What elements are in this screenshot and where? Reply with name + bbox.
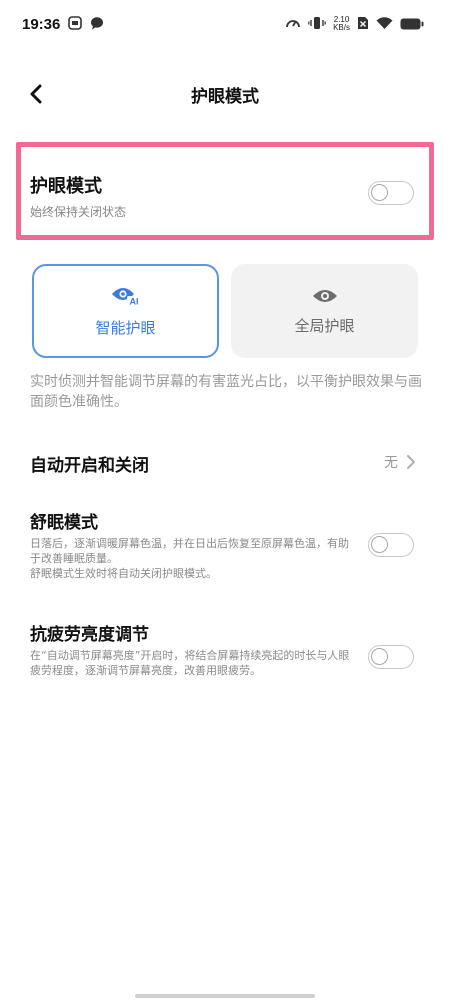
status-bar: 19:36 2.10 KB/s — [0, 0, 450, 48]
anti-fatigue-title: 抗疲劳亮度调节 — [30, 625, 149, 645]
eye-icon — [312, 289, 337, 302]
page-title: 护眼模式 — [191, 87, 259, 107]
anti-fatigue-toggle[interactable] — [368, 645, 414, 669]
toggle-knob — [371, 536, 388, 553]
global-eye-protection-label: 全局护眼 — [294, 316, 355, 335]
sleep-mode-title: 舒眠模式 — [30, 513, 98, 533]
sleep-mode-toggle[interactable] — [368, 533, 414, 557]
battery-icon — [400, 15, 424, 34]
schedule-title[interactable]: 自动开启和关闭 — [30, 451, 149, 476]
chevron-right-icon — [407, 455, 415, 469]
schedule-value[interactable]: 无 — [384, 452, 416, 472]
smart-eye-protection-label: 智能护眼 — [95, 318, 156, 337]
status-time: 19:36 — [22, 15, 61, 33]
network-speed-unit: KB/s — [333, 23, 350, 32]
global-eye-protection-card[interactable]: 全局护眼 — [231, 264, 418, 358]
eye-protection-toggle[interactable] — [368, 181, 414, 205]
home-indicator[interactable] — [135, 994, 315, 998]
wifi-icon — [376, 15, 393, 34]
schedule-value-text: 无 — [384, 455, 398, 471]
no-sim-icon — [357, 15, 369, 34]
gallery-notification-icon — [68, 15, 83, 34]
mode-description: 实时侦测并智能调节屏幕的有害蓝光占比，以平衡护眼效果与画面颜色准确性。 — [30, 374, 422, 410]
toggle-knob — [371, 184, 388, 201]
smart-eye-protection-card[interactable]: AI 智能护眼 — [32, 264, 219, 358]
anti-fatigue-description: 在“自动调节屏幕亮度”开启时，将结合屏幕持续亮起的时长与人眼疲劳程度，逐渐调节屏… — [30, 649, 350, 677]
status-right: 2.10 KB/s — [285, 15, 424, 34]
vibrate-icon — [308, 15, 326, 34]
network-speed: 2.10 KB/s — [333, 16, 350, 32]
chat-notification-icon — [90, 15, 104, 34]
speedometer-icon — [285, 15, 301, 34]
svg-text:AI: AI — [129, 296, 138, 306]
sleep-mode-description: 日落后，逐渐调暖屏幕色温，并在日出后恢复至原屏幕色温，有助于改善睡眠质量。 舒眠… — [30, 537, 349, 580]
eye-protection-status: 始终保持关闭状态 — [30, 205, 127, 219]
eye-ai-icon: AI — [111, 287, 141, 306]
eye-protection-title: 护眼模式 — [30, 176, 102, 197]
header: 护眼模式 — [0, 70, 450, 118]
toggle-knob — [371, 648, 388, 665]
status-left: 19:36 — [22, 15, 104, 34]
